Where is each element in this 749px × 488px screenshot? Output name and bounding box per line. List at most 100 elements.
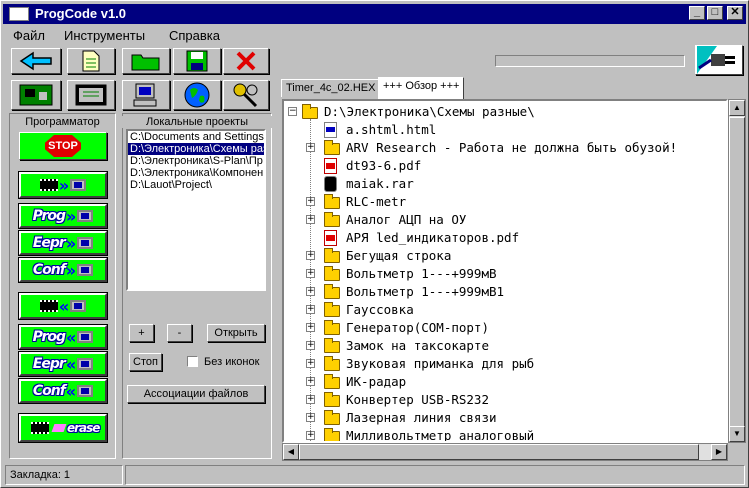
read-eepr-button[interactable]: Eepr»: [18, 230, 108, 256]
computer-button[interactable]: [122, 80, 170, 110]
board-view-button[interactable]: [67, 80, 115, 110]
delete-x-icon: [236, 51, 256, 71]
keys-button[interactable]: [223, 80, 269, 110]
expand-toggle[interactable]: +: [306, 323, 315, 332]
tree-item[interactable]: + Замок на таксокарте: [284, 337, 724, 355]
scroll-left-button[interactable]: ◀: [283, 444, 299, 460]
scroll-down-button[interactable]: ▼: [729, 426, 745, 442]
maximize-button[interactable]: □: [707, 6, 723, 20]
eraser-icon: [51, 424, 67, 432]
tree-item[interactable]: + ARV Research - Работа не должна быть об…: [284, 139, 724, 157]
open-folder-button[interactable]: [122, 48, 170, 74]
no-icons-checkbox[interactable]: [187, 356, 198, 367]
project-list-item[interactable]: C:\Documents and Settings\: [128, 131, 264, 143]
tree-item[interactable]: + ИК-радар: [284, 373, 724, 391]
pdf-file-icon: [324, 230, 337, 246]
project-list-item[interactable]: D:\Электроника\Компонен: [128, 167, 264, 179]
tree-item[interactable]: maiak.rar: [284, 175, 724, 193]
save-button[interactable]: [173, 48, 221, 74]
expand-toggle[interactable]: +: [306, 377, 315, 386]
menu-file[interactable]: Файл: [13, 28, 45, 43]
minimize-button[interactable]: _: [689, 6, 705, 20]
expand-toggle[interactable]: +: [306, 341, 315, 350]
write-prog-button[interactable]: Prog «: [18, 324, 108, 350]
expand-toggle[interactable]: +: [306, 143, 315, 152]
tree-item-label: RLC-metr: [346, 194, 407, 209]
pdf-file-icon: [324, 158, 337, 174]
read-prog-button[interactable]: Prog»: [18, 203, 108, 229]
erase-button[interactable]: erase: [18, 413, 108, 443]
expand-toggle[interactable]: +: [306, 359, 315, 368]
scroll-up-button[interactable]: ▲: [729, 100, 745, 116]
file-associations-button[interactable]: Ассоциации файлов: [127, 385, 265, 403]
programmer-board-button[interactable]: [11, 80, 61, 110]
read-chip-button[interactable]: »: [18, 171, 108, 199]
tree-item-label: dt93-6.pdf: [346, 158, 422, 173]
collapse-toggle[interactable]: −: [288, 107, 297, 116]
open-project-button[interactable]: Открыть: [207, 324, 265, 342]
computer-icon: [77, 358, 94, 370]
no-icons-label: Без иконок: [204, 356, 260, 368]
prog-label: Prog: [32, 208, 66, 224]
tree-item[interactable]: + Звуковая приманка для рыб: [284, 355, 724, 373]
write-chip-button[interactable]: «: [18, 292, 108, 320]
expand-toggle[interactable]: +: [306, 251, 315, 260]
folder-icon: [324, 338, 340, 353]
write-eepr-button[interactable]: Eepr «: [18, 351, 108, 377]
tab-browse[interactable]: +++ Обзор +++: [378, 77, 465, 99]
scroll-thumb[interactable]: [729, 117, 745, 427]
expand-toggle[interactable]: +: [306, 305, 315, 314]
tree-item[interactable]: + Гауссовка: [284, 301, 724, 319]
tree-item-label: Вольтметр 1---+999мВ1: [346, 284, 505, 299]
expand-toggle[interactable]: +: [306, 431, 315, 440]
tree-item-label: ARV Research - Работа не должна быть обу…: [346, 140, 678, 155]
scroll-right-button[interactable]: ▶: [711, 444, 727, 460]
tree-item[interactable]: dt93-6.pdf: [284, 157, 724, 175]
folder-icon: [324, 212, 340, 227]
tree-item-label: Замок на таксокарте: [346, 338, 489, 353]
conf-label: Conf: [32, 262, 66, 278]
hscroll-thumb[interactable]: [299, 444, 699, 460]
internet-button[interactable]: [173, 80, 221, 110]
tree-item[interactable]: АРЯ led_индикаторов.pdf: [284, 229, 724, 247]
delete-button[interactable]: [223, 48, 269, 74]
back-button[interactable]: [11, 48, 61, 74]
tree-item[interactable]: + Милливольтметр аналоговый: [284, 427, 724, 441]
expand-toggle[interactable]: +: [306, 215, 315, 224]
stop-scan-button[interactable]: Стоп: [129, 353, 162, 371]
tree-item[interactable]: + RLC-metr: [284, 193, 724, 211]
projects-list[interactable]: C:\Documents and Settings\ D:\Электроника…: [126, 129, 266, 291]
project-list-item[interactable]: D:\Lauot\Project\: [128, 179, 264, 191]
write-conf-button[interactable]: Conf «: [18, 378, 108, 404]
tree-item-label: Вольтметр 1---+999мВ: [346, 266, 497, 281]
tree-item[interactable]: + Вольтметр 1---+999мВ: [284, 265, 724, 283]
tree-item[interactable]: + Генератор(COM-порт): [284, 319, 724, 337]
menu-help[interactable]: Справка: [169, 28, 220, 43]
close-button[interactable]: ✕: [727, 6, 743, 20]
expand-toggle[interactable]: +: [306, 287, 315, 296]
expand-toggle[interactable]: +: [306, 413, 315, 422]
menu-tools[interactable]: Инструменты: [64, 28, 145, 43]
folder-icon: [324, 374, 340, 389]
project-list-item[interactable]: D:\Электроника\S-Plan\Пр: [128, 155, 264, 167]
expand-toggle[interactable]: +: [306, 269, 315, 278]
add-project-button[interactable]: +: [129, 324, 154, 342]
tree-item-label: a.shtml.html: [346, 122, 437, 137]
tree-item[interactable]: + Бегущая строка: [284, 247, 724, 265]
expand-toggle[interactable]: +: [306, 395, 315, 404]
remove-project-button[interactable]: -: [167, 324, 192, 342]
stop-button[interactable]: STOP: [19, 132, 107, 160]
tree-item[interactable]: + Вольтметр 1---+999мВ1: [284, 283, 724, 301]
tree-item[interactable]: a.shtml.html: [284, 121, 724, 139]
tab-hex-file[interactable]: Timer_4c_02.HEX: [281, 79, 381, 97]
file-tree[interactable]: − D:\Электроника\Схемы разные\ a.shtml.htm…: [282, 99, 728, 443]
plug-icon: [697, 46, 741, 74]
new-file-button[interactable]: [67, 48, 115, 74]
expand-toggle[interactable]: +: [306, 197, 315, 206]
connect-button[interactable]: [695, 45, 743, 75]
project-list-item[interactable]: D:\Электроника\Схемы разные: [128, 143, 264, 155]
read-conf-button[interactable]: Conf»: [18, 257, 108, 283]
tree-item[interactable]: + Лазерная линия связи: [284, 409, 724, 427]
tree-item[interactable]: + Аналог АЦП на ОУ: [284, 211, 724, 229]
tree-item[interactable]: + Конвертер USB-RS232: [284, 391, 724, 409]
